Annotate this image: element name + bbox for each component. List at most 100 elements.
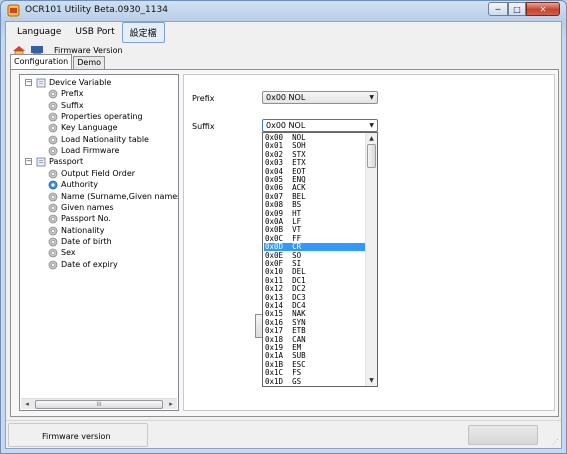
tree-item-label: Nationality — [61, 225, 105, 235]
tree-group[interactable]: − Passport — [20, 156, 178, 167]
tree-item-label: Suffix — [61, 100, 84, 110]
menu-usb-port[interactable]: USB Port — [68, 24, 121, 40]
tree-item-label: Load Nationality table — [61, 134, 149, 144]
tree-item[interactable]: Load Firmware — [20, 145, 178, 156]
gear-icon — [48, 237, 58, 247]
client-area: Language USB Port 設定檔 Firmware Version C… — [5, 21, 562, 449]
tree-item-label: Key Language — [61, 123, 118, 133]
tree-item[interactable]: Passport No. — [20, 213, 178, 224]
tab-configuration[interactable]: Configuration — [10, 54, 73, 69]
tab-demo[interactable]: Demo — [73, 56, 106, 69]
chevron-down-icon: ▼ — [369, 94, 374, 101]
scroll-left-icon[interactable]: ◂ — [22, 400, 32, 409]
dropdown-option[interactable]: 0x0D CR — [264, 243, 365, 252]
title-bar[interactable]: OCR101 Utility Beta.0930_1134 ─ □ ✕ — [1, 1, 566, 21]
status-bar: Firmware version ⋰ — [6, 420, 561, 448]
settings-tree[interactable]: ◂ III ▸ − Device Variable Prefix Suffix Prop… — [19, 74, 179, 411]
tree-item[interactable]: Suffix — [20, 100, 178, 111]
tree-item[interactable]: Output Field Order — [20, 168, 178, 179]
dropdown-option[interactable]: 0x08 BS — [264, 201, 365, 209]
collapse-toggle-icon[interactable]: − — [25, 158, 32, 166]
tree-item[interactable]: Load Nationality table — [20, 134, 178, 145]
gear-icon — [48, 123, 58, 133]
suffix-select[interactable]: 0x00 NOL ▼ — [262, 119, 378, 132]
dropdown-scroll-thumb[interactable] — [367, 144, 376, 168]
gear-icon — [48, 226, 58, 236]
tree-group-label: Device Variable — [49, 78, 112, 87]
tree-item[interactable]: Date of expiry — [20, 259, 178, 270]
folder-icon — [36, 157, 46, 167]
tree-item-label: Name (Surname,Given names) — [61, 191, 179, 201]
prefix-label: Prefix — [192, 94, 215, 103]
tree-item[interactable]: Date of birth — [20, 236, 178, 247]
tab-strip: Configuration Demo — [10, 54, 106, 69]
scroll-right-icon[interactable]: ▸ — [166, 400, 176, 409]
gear-icon — [48, 101, 58, 111]
tree-item[interactable]: Name (Surname,Given names) — [20, 191, 178, 202]
dropdown-option[interactable]: 0x17 ETB — [264, 327, 365, 335]
prefix-select[interactable]: 0x00 NOL ▼ — [262, 91, 378, 104]
suffix-value: 0x00 NOL — [266, 121, 306, 130]
tree-item-label: Output Field Order — [61, 168, 136, 178]
tree-group[interactable]: − Device Variable — [20, 77, 178, 88]
menu-language[interactable]: Language — [10, 24, 68, 40]
prefix-value: 0x00 NOL — [266, 93, 306, 102]
minimize-button[interactable]: ─ — [488, 2, 508, 16]
tree-item-label: Date of expiry — [61, 259, 118, 269]
window-title: OCR101 Utility Beta.0930_1134 — [25, 5, 168, 15]
menu-settings-file[interactable]: 設定檔 — [121, 21, 165, 43]
menu-bar: Language USB Port 設定檔 — [6, 21, 561, 43]
suffix-label: Suffix — [192, 122, 215, 131]
settings-detail-panel: Prefix 0x00 NOL ▼ Suffix 0x00 NOL ▼ ▲ ▼ — [183, 74, 555, 411]
tree-item-label: Prefix — [61, 89, 84, 99]
tree-item[interactable]: Sex — [20, 247, 178, 258]
tree-item[interactable]: Prefix — [20, 88, 178, 99]
gear-icon — [48, 135, 58, 145]
collapse-toggle-icon[interactable]: − — [25, 79, 32, 86]
gear-icon — [48, 192, 58, 202]
status-action-button[interactable] — [468, 425, 538, 445]
gear-icon — [48, 146, 58, 156]
status-text: Firmware version — [42, 432, 111, 441]
tree-item-label: Date of birth — [61, 236, 112, 246]
app-window: OCR101 Utility Beta.0930_1134 ─ □ ✕ Lang… — [0, 0, 567, 454]
toolbar: Firmware Version — [6, 43, 561, 57]
configuration-panel: ◂ III ▸ − Device Variable Prefix Suffix Prop… — [10, 69, 559, 417]
dropdown-option[interactable]: 0x1C FS — [264, 369, 365, 377]
gear-icon — [48, 248, 58, 258]
tree-item-label: Given names — [61, 202, 114, 212]
gear-icon — [48, 203, 58, 213]
tree-item-label: Properties operating — [61, 112, 143, 122]
tree-item[interactable]: Properties operating — [20, 111, 178, 122]
tree-item-label: Sex — [61, 248, 76, 258]
suffix-dropdown-list[interactable]: ▲ ▼ 0x00 NOL 0x01 SOH 0x02 STX 0x03 ETX 0x04… — [262, 132, 378, 387]
resize-grip-icon[interactable]: ⋰ — [549, 437, 559, 447]
chevron-down-icon: ▼ — [369, 122, 374, 129]
scroll-thumb[interactable]: III — [35, 400, 163, 409]
gear-icon — [48, 260, 58, 270]
tree-item-label: Authority — [61, 180, 99, 190]
tree-item[interactable]: Authority — [20, 179, 178, 190]
tree-item[interactable]: Key Language — [20, 122, 178, 133]
tree-group-label: Passport — [49, 157, 84, 167]
gear-icon — [48, 112, 58, 122]
folder-icon — [36, 78, 46, 88]
dropdown-option[interactable]: 0x1D GS — [264, 377, 365, 386]
gear-icon — [48, 89, 58, 99]
dropdown-option[interactable]: 0x03 ETX — [264, 159, 365, 167]
tree-horizontal-scrollbar[interactable]: ◂ III ▸ — [21, 398, 177, 409]
tree-item[interactable]: Given names — [20, 202, 178, 213]
gear-icon — [48, 169, 58, 179]
caption-buttons: ─ □ ✕ — [488, 2, 560, 16]
tree-item-label: Passport No. — [61, 214, 111, 224]
tree-item-label: Load Firmware — [61, 146, 120, 156]
dropdown-option[interactable]: 0x12 DC2 — [264, 285, 365, 293]
gear-icon — [48, 180, 58, 190]
scroll-up-icon[interactable]: ▲ — [367, 134, 376, 143]
dropdown-scrollbar[interactable]: ▲ ▼ — [365, 133, 377, 386]
maximize-button[interactable]: □ — [508, 2, 526, 16]
close-button[interactable]: ✕ — [526, 2, 560, 16]
scroll-down-icon[interactable]: ▼ — [367, 376, 376, 385]
tree-item[interactable]: Nationality — [20, 225, 178, 236]
gear-icon — [48, 214, 58, 224]
